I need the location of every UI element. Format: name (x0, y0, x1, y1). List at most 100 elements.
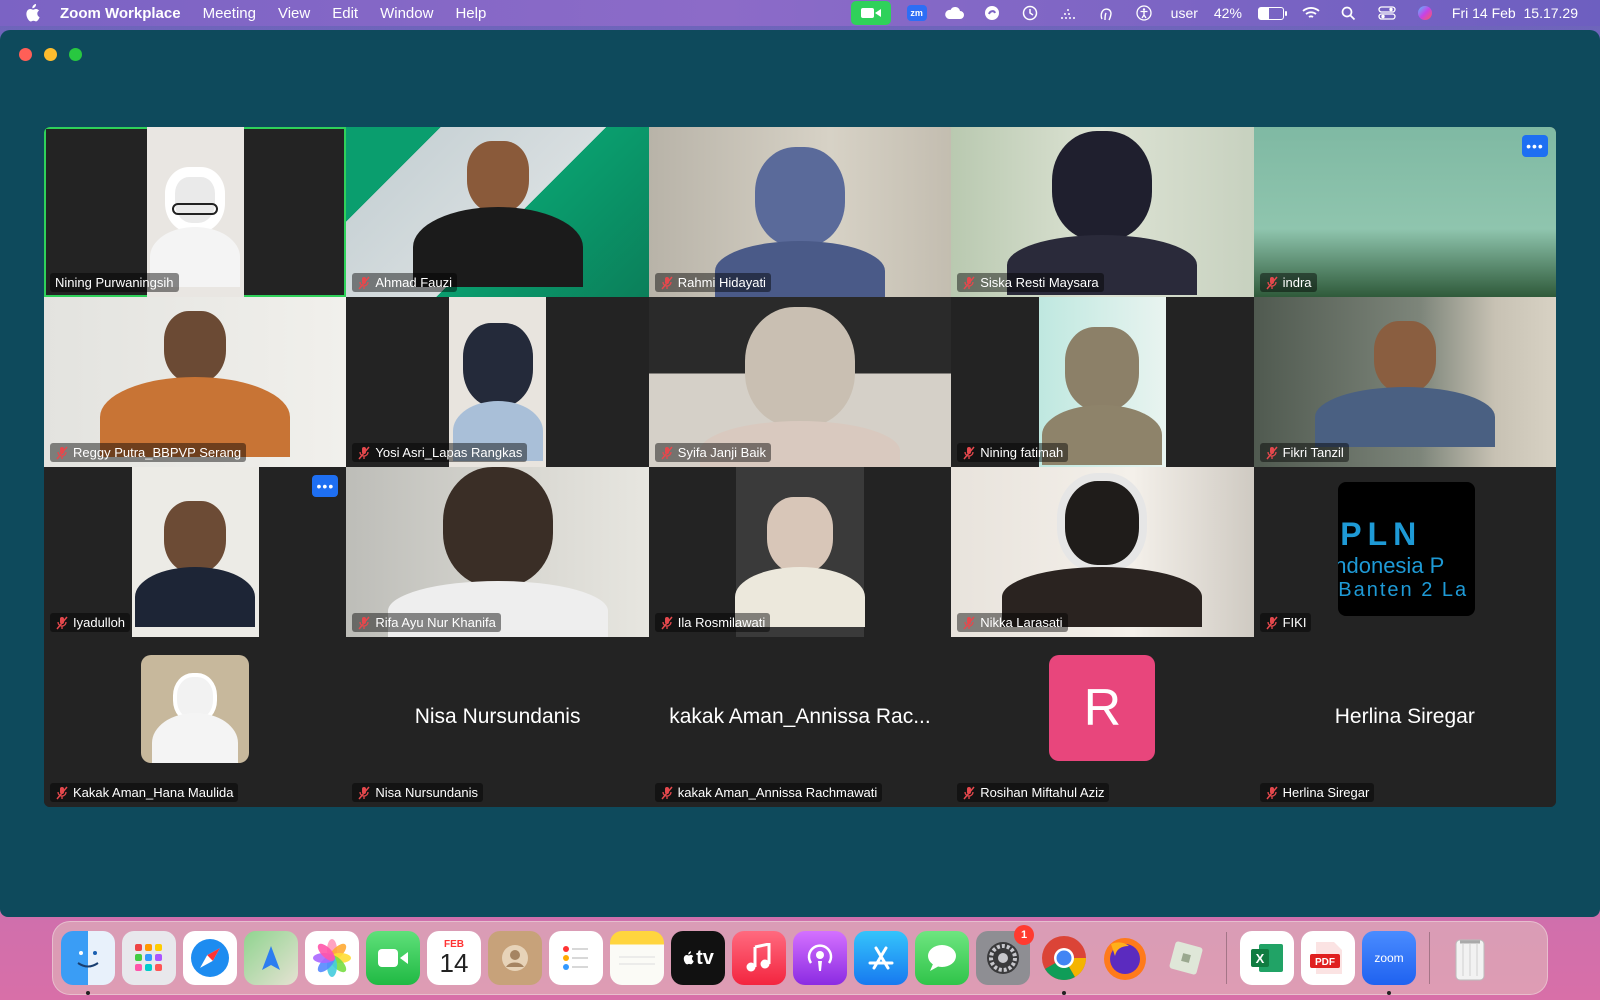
participant-tile[interactable]: Rahmi Hidayati (648, 127, 952, 297)
participant-tile[interactable]: R Rosihan Miftahul Aziz (951, 637, 1254, 807)
gallery-view: Nining Purwaningsih Ahmad Fauzi Rahmi Hi… (44, 127, 1556, 807)
notes-icon[interactable] (610, 931, 664, 985)
mic-muted-icon (358, 446, 370, 459)
menu-edit[interactable]: Edit (332, 5, 358, 22)
participant-tile[interactable]: Ila Rosmilawati (648, 467, 952, 637)
participant-tile[interactable]: Nining Purwaningsih (44, 127, 347, 297)
calendar-icon[interactable]: FEB 14 (427, 931, 481, 985)
participant-name-tag: Yosi Asri_Lapas Rangkas (352, 443, 528, 462)
mic-muted-icon (661, 786, 673, 799)
participant-tile[interactable]: Kakak Aman_Hana Maulida (44, 637, 347, 807)
participant-tile[interactable]: Siska Resti Maysara (951, 127, 1254, 297)
more-options-button[interactable]: ••• (312, 475, 339, 497)
wifi-icon[interactable] (1300, 4, 1322, 22)
zoom-app-icon[interactable]: zoom (1362, 931, 1416, 995)
participant-tile[interactable]: Nining fatimah (951, 297, 1254, 467)
reminders-icon[interactable] (549, 931, 603, 985)
participant-name-tag: Siska Resti Maysara (957, 273, 1104, 292)
dock-separator (1226, 932, 1227, 984)
time-machine-icon[interactable] (1019, 4, 1041, 22)
mic-muted-icon (358, 276, 370, 289)
app-name-menu[interactable]: Zoom Workplace (60, 5, 181, 22)
battery-icon[interactable] (1257, 6, 1287, 20)
safari-icon[interactable] (183, 931, 237, 985)
music-icon[interactable] (732, 931, 786, 985)
participant-display-name: kakak Aman_Annissa Rac... (669, 705, 931, 728)
mic-muted-icon (1266, 616, 1278, 629)
excel-icon[interactable]: X (1240, 931, 1294, 985)
running-indicator (1062, 991, 1066, 995)
photos-icon[interactable] (305, 931, 359, 985)
menu-view[interactable]: View (278, 5, 310, 22)
system-settings-icon[interactable]: 1 (976, 925, 1034, 985)
spotlight-search-icon[interactable] (1338, 4, 1360, 22)
maps-icon[interactable] (244, 931, 298, 985)
apple-tv-icon[interactable]: tv (671, 931, 725, 985)
participant-name-tag: Nisa Nursundanis (352, 783, 483, 802)
mic-muted-icon (661, 616, 673, 629)
menu-window[interactable]: Window (380, 5, 433, 22)
sync-icon[interactable] (981, 4, 1003, 22)
accessibility-icon[interactable] (1133, 4, 1155, 22)
cloud-icon[interactable] (943, 4, 965, 22)
participant-name-tag: Ahmad Fauzi (352, 273, 457, 292)
participant-name-tag: Herlina Siregar (1259, 783, 1375, 802)
participant-tile[interactable]: Rifa Ayu Nur Khanifa (346, 467, 649, 637)
siri-icon[interactable] (1414, 4, 1436, 22)
app-store-icon[interactable] (854, 931, 908, 985)
screen-mirroring-icon[interactable] (1057, 4, 1079, 22)
participant-tile[interactable]: Fikri Tanzil (1253, 297, 1556, 467)
roblox-icon[interactable] (1159, 931, 1213, 985)
participant-name-tag: Iyadulloh (50, 613, 131, 632)
fullscreen-window-button[interactable] (69, 48, 82, 61)
messages-icon[interactable] (915, 931, 969, 985)
participant-tile[interactable]: PLN ndonesia P Banten 2 La FIKI (1253, 467, 1556, 637)
minimize-window-button[interactable] (44, 48, 57, 61)
podcasts-icon[interactable] (793, 931, 847, 985)
contacts-icon[interactable] (488, 931, 542, 985)
participant-tile[interactable]: ••• indra (1253, 127, 1556, 297)
participant-tile[interactable]: Nikka Larasati (951, 467, 1254, 637)
participant-tile[interactable]: Yosi Asri_Lapas Rangkas (346, 297, 649, 467)
window-controls (19, 48, 82, 61)
participant-tile[interactable]: Reggy Putra_BBPVP Serang (44, 297, 347, 467)
participant-tile[interactable]: kakak Aman_Annissa Rac... kakak Aman_Ann… (648, 637, 952, 807)
close-window-button[interactable] (19, 48, 32, 61)
svg-text:X: X (1256, 951, 1265, 966)
participant-name-tag: Nining Purwaningsih (50, 273, 179, 292)
more-options-button[interactable]: ••• (1521, 135, 1548, 157)
participant-tile[interactable]: ••• Iyadulloh (44, 467, 347, 637)
participant-name-tag: FIKI (1259, 613, 1312, 632)
pdf-app-icon[interactable]: PDF (1301, 931, 1355, 985)
participant-video (1253, 127, 1556, 297)
participant-tile[interactable]: Nisa Nursundanis Nisa Nursundanis (346, 637, 649, 807)
participant-name-tag: Rahmi Hidayati (654, 273, 771, 292)
menu-bar: Zoom Workplace Meeting View Edit Window … (0, 0, 1600, 26)
participant-video (44, 297, 347, 467)
zoom-camera-status-icon[interactable] (850, 1, 891, 25)
facetime-icon[interactable] (366, 931, 420, 985)
fingerprint-icon[interactable] (1095, 4, 1117, 22)
participant-tile[interactable]: Syifa Janji Baik (648, 297, 952, 467)
firefox-icon[interactable] (1098, 931, 1152, 985)
zoom-menubar-icon[interactable]: zm (906, 5, 927, 21)
participant-video (648, 297, 952, 467)
user-name[interactable]: user (1171, 5, 1198, 21)
control-center-icon[interactable] (1376, 4, 1398, 22)
chrome-icon[interactable] (1037, 931, 1091, 995)
mic-muted-icon (56, 446, 68, 459)
participant-tile[interactable]: Herlina Siregar Herlina Siregar (1253, 637, 1556, 807)
notification-badge: 1 (1014, 925, 1034, 945)
launchpad-icon[interactable] (122, 931, 176, 985)
participant-initial-avatar: R (1049, 655, 1156, 761)
apple-icon[interactable] (22, 3, 42, 23)
finder-icon[interactable] (61, 931, 115, 995)
date-time[interactable]: Fri 14 Feb 15.17.29 (1452, 5, 1578, 21)
menu-meeting[interactable]: Meeting (203, 5, 256, 22)
mic-muted-icon (56, 786, 68, 799)
trash-icon[interactable] (1443, 931, 1497, 985)
participant-name-tag: indra (1259, 273, 1317, 292)
participant-tile[interactable]: Ahmad Fauzi (346, 127, 649, 297)
menu-help[interactable]: Help (455, 5, 486, 22)
participant-avatar (141, 655, 250, 763)
